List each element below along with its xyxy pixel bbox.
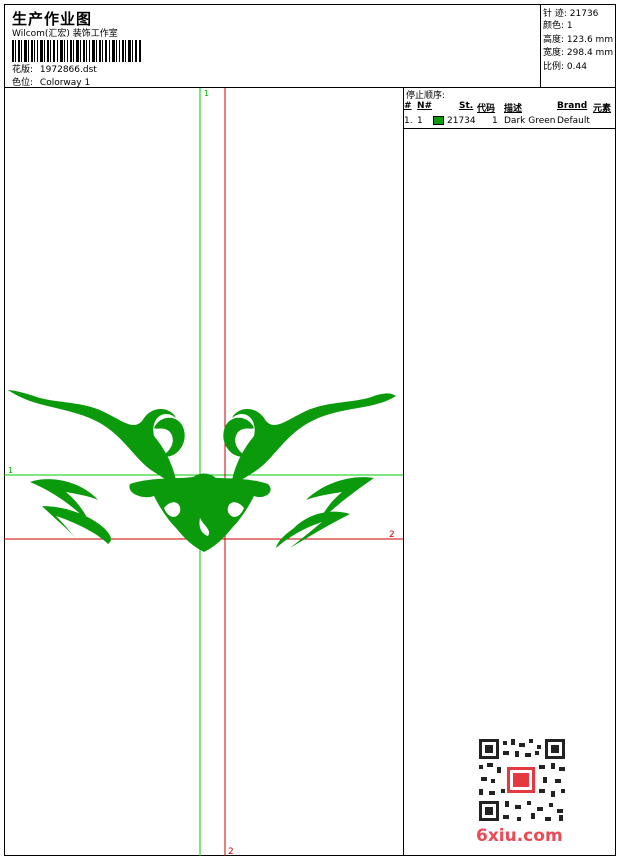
- stat-value: 0.44: [566, 62, 587, 72]
- col-header-st: St.: [459, 101, 474, 111]
- guide-label-green-vertical: 1: [204, 89, 209, 98]
- table-divider: [404, 128, 616, 129]
- design-filename: 1972866.dst: [39, 65, 97, 75]
- row-needle: 1: [417, 116, 423, 126]
- stat-label: 宽度:: [543, 48, 565, 58]
- stat-scale: 比例: 0.44: [543, 59, 587, 72]
- company-name: Wilcom(汇宏) 装饰工作室: [12, 29, 118, 39]
- design-canvas[interactable]: 1 1 2 2: [4, 88, 404, 856]
- design-preview: 1 1 2 2: [4, 88, 403, 856]
- stat-height: 高度: 123.6 mm: [543, 32, 613, 45]
- col-header-code: 代码: [477, 104, 496, 114]
- row-brand: Default: [557, 116, 590, 126]
- stat-label: 比例:: [543, 62, 565, 72]
- guide-label-green-horizontal: 1: [8, 466, 13, 475]
- stat-width: 宽度: 298.4 mm: [543, 45, 613, 58]
- stat-value: 123.6 mm: [566, 35, 614, 45]
- embroidery-motif: [8, 390, 396, 552]
- col-header-brand: Brand: [557, 101, 588, 111]
- col-header-n: N#: [417, 101, 433, 111]
- stat-value: 298.4 mm: [566, 48, 614, 58]
- site-watermark: 6xiu.com: [476, 826, 563, 846]
- col-header-num: #: [404, 101, 412, 111]
- row-code: 1: [492, 116, 498, 126]
- stat-label: 高度:: [543, 35, 565, 45]
- colorway-label: 色位:: [12, 78, 34, 88]
- colorway-row: 色位: Colorway 1: [12, 75, 90, 88]
- col-header-element: 元素: [593, 104, 612, 114]
- design-label: 花版:: [12, 65, 34, 75]
- color-swatch: [433, 116, 444, 125]
- row-stitches: 21734: [447, 116, 476, 126]
- barcode-icon: [12, 40, 141, 62]
- stat-value: 21736: [569, 9, 599, 19]
- stat-value: 1: [566, 21, 573, 31]
- stat-label: 颜色:: [543, 21, 565, 31]
- row-description: Dark Green: [504, 116, 556, 126]
- stop-sequence-title: 停止顺序:: [406, 91, 446, 101]
- col-header-desc: 描述: [504, 104, 523, 114]
- row-num: 1.: [404, 116, 413, 126]
- colorway-value: Colorway 1: [39, 78, 91, 88]
- qr-code-icon: [477, 737, 567, 823]
- design-file-row: 花版: 1972866.dst: [12, 62, 97, 75]
- guide-label-red-vertical: 2: [228, 847, 234, 856]
- stats-box: 针 迹: 21736 颜色: 1 高度: 123.6 mm 宽度: 298.4 …: [541, 4, 616, 88]
- guide-label-red-horizontal: 2: [389, 530, 395, 540]
- header-info-box: 生产作业图 Wilcom(汇宏) 装饰工作室 花版: 1972866.dst 色…: [4, 4, 541, 88]
- stat-colors: 颜色: 1: [543, 18, 573, 31]
